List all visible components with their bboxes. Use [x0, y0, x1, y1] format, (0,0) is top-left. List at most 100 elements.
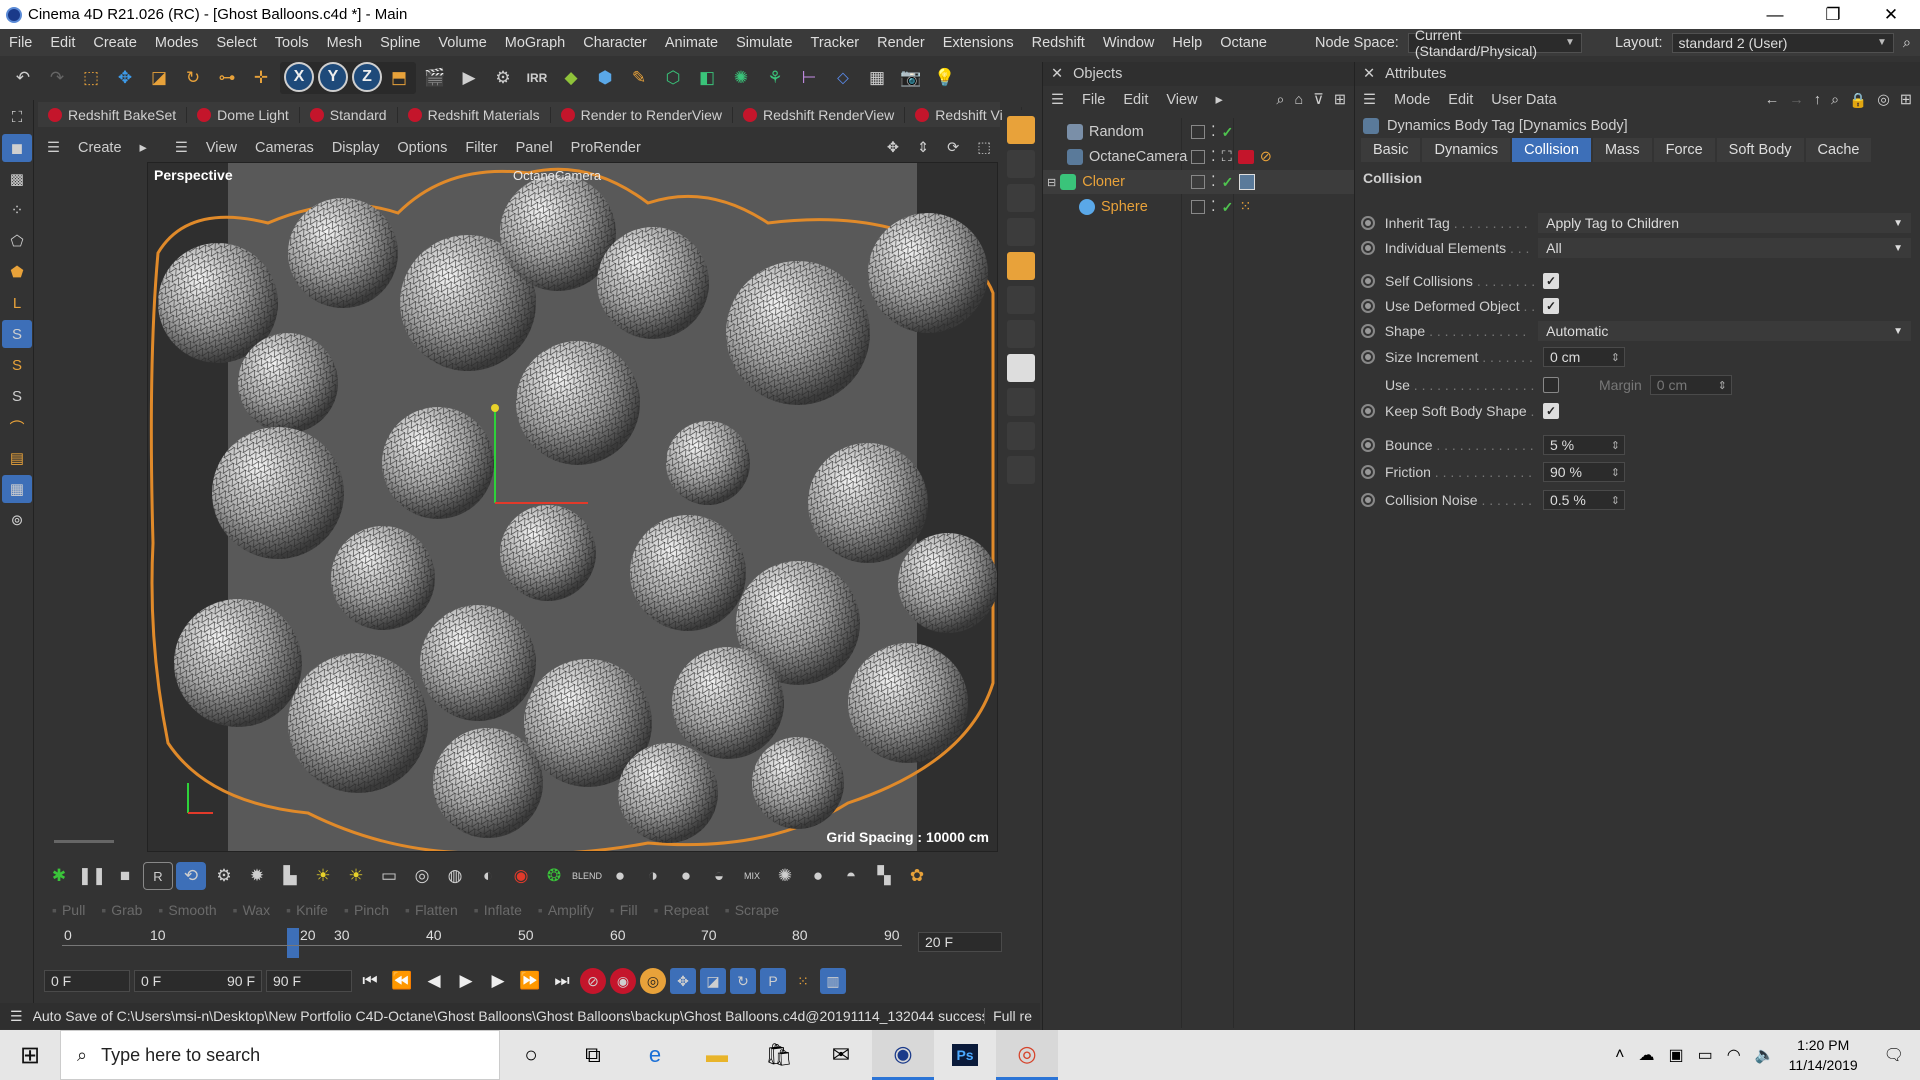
coordinate-system-icon[interactable]: ⬒ — [384, 62, 414, 94]
perspective-viewport[interactable]: Perspective OctaneCamera Grid Spacing : … — [147, 162, 998, 852]
layer-icon[interactable] — [1007, 116, 1035, 144]
tab-cache[interactable]: Cache — [1805, 138, 1872, 162]
menu-animate[interactable]: Animate — [656, 35, 727, 51]
inherit-tag-dropdown[interactable]: Apply Tag to Children ▼ — [1538, 213, 1911, 233]
toon-material-icon[interactable]: ● — [803, 862, 833, 890]
sculpt-inflate[interactable]: Inflate — [466, 902, 530, 918]
spline-tool-icon[interactable]: ⬦ — [828, 62, 858, 94]
individual-elements-dropdown[interactable]: All ▼ — [1538, 238, 1911, 258]
objects-menu-view[interactable]: View — [1166, 92, 1197, 108]
gear-icon[interactable]: ⚙ — [209, 862, 239, 890]
record-icon[interactable]: ◉ — [506, 862, 536, 890]
maximize-view-icon[interactable]: ⬚ — [968, 140, 1000, 156]
texture-mode-icon[interactable]: ▩ — [2, 165, 32, 193]
menu-mesh[interactable]: Mesh — [318, 35, 371, 51]
cube-render-icon[interactable]: ◆ — [556, 62, 586, 94]
glossy-material-icon[interactable]: ◑ — [638, 862, 668, 890]
clock[interactable]: 1:20 PM 11/14/2019 — [1789, 1035, 1858, 1075]
visibility-dots-icon[interactable]: ⁚ — [1211, 199, 1216, 215]
volume-icon[interactable]: 🔈 — [1755, 1045, 1775, 1065]
menu-tracker[interactable]: Tracker — [802, 35, 869, 51]
layout-dropdown[interactable]: standard 2 (User) ▼ — [1671, 32, 1894, 53]
use-deformed-checkbox[interactable]: ✓ — [1543, 298, 1559, 314]
layer-flag-icon[interactable] — [1191, 175, 1205, 189]
attributes-menu-userdata[interactable]: User Data — [1491, 92, 1556, 108]
snap-icon[interactable]: S — [2, 320, 32, 348]
dolly-icon[interactable]: ⇕ — [908, 140, 938, 156]
live-selection-icon[interactable]: ⬚ — [76, 62, 106, 94]
photoshop-icon[interactable]: Ps — [934, 1030, 996, 1080]
disabled-tool-icon[interactable] — [1007, 456, 1035, 484]
menu-create[interactable]: Create — [84, 35, 146, 51]
standard-button[interactable]: Standard — [300, 106, 398, 123]
move-icon[interactable]: ✥ — [110, 62, 140, 94]
current-frame-field[interactable]: 20 F — [918, 932, 1002, 952]
object-row-octanecamera[interactable]: OctaneCamera ⁚ ⛶ ⊘ — [1043, 145, 1355, 169]
menu-help[interactable]: Help — [1163, 35, 1211, 51]
enabled-check-icon[interactable]: ✓ — [1222, 174, 1234, 191]
attributes-menu-edit[interactable]: Edit — [1448, 92, 1473, 108]
objects-menu-file[interactable]: File — [1082, 92, 1105, 108]
previous-key-icon[interactable]: ⏪ — [388, 967, 416, 995]
redo-icon[interactable]: ↷ — [42, 62, 72, 94]
maximize-button[interactable]: ❐ — [1804, 5, 1862, 25]
search-icon[interactable]: ⌕ — [1831, 92, 1839, 109]
menu-extensions[interactable]: Extensions — [934, 35, 1023, 51]
area-light-icon[interactable]: ▭ — [374, 862, 404, 890]
camera-tool-icon[interactable]: 📷 — [896, 62, 926, 94]
tab-mass[interactable]: Mass — [1592, 138, 1652, 162]
size-increment-field[interactable]: 0 cm — [1543, 347, 1625, 367]
animate-dot-icon[interactable] — [1361, 274, 1375, 288]
hamburger-icon[interactable]: ☰ — [1051, 92, 1064, 108]
deformer-icon[interactable]: ⊢ — [794, 62, 824, 94]
tab-dynamics[interactable]: Dynamics — [1422, 138, 1511, 162]
next-key-icon[interactable]: ⏩ — [516, 967, 544, 995]
y-axis-lock-icon[interactable]: Y — [318, 62, 348, 92]
texture-icon[interactable]: ❂ — [539, 862, 569, 890]
windows-start-icon[interactable]: ⊞ — [0, 1030, 60, 1080]
vp-menu-display[interactable]: Display — [323, 140, 389, 156]
menu-tools[interactable]: Tools — [266, 35, 318, 51]
layered-material-icon[interactable]: ◓ — [836, 862, 866, 890]
object-row-sphere[interactable]: Sphere ⁚ ✓ ⁙ — [1043, 195, 1355, 219]
points-mode-icon[interactable]: ⁘ — [2, 196, 32, 224]
sculpt-fill[interactable]: Fill — [602, 902, 646, 918]
specular-material-icon[interactable]: ● — [671, 862, 701, 890]
visibility-dots-icon[interactable]: ⁚ — [1211, 174, 1216, 190]
render-to-renderview-button[interactable]: Render to RenderView — [551, 106, 734, 123]
start-frame-field[interactable]: 0 F — [44, 970, 130, 992]
task-view-icon[interactable]: ⧉ — [562, 1030, 624, 1080]
vp-menu-filter[interactable]: Filter — [456, 140, 506, 156]
key-parameter-icon[interactable]: P — [760, 968, 786, 994]
chrome-icon[interactable]: ◎ — [996, 1030, 1058, 1080]
up-arrow-icon[interactable]: ↑ — [1814, 92, 1821, 109]
layer-flag-icon[interactable] — [1191, 200, 1205, 214]
lock-workplane-icon[interactable]: ⊚ — [2, 506, 32, 534]
self-collisions-checkbox[interactable]: ✓ — [1543, 273, 1559, 289]
sculpt-pinch[interactable]: Pinch — [336, 902, 397, 918]
use-checkbox[interactable] — [1543, 377, 1559, 393]
visibility-dots-icon[interactable]: ⁚ — [1211, 124, 1216, 140]
range-slider[interactable]: 0 F 90 F — [134, 970, 262, 992]
camera-target-icon[interactable]: ⛶ — [1222, 149, 1232, 165]
autokey-icon[interactable]: ◉ — [610, 968, 636, 994]
close-icon[interactable]: ✕ — [1363, 66, 1375, 82]
diffuse-material-icon[interactable]: ● — [605, 862, 635, 890]
rotate-icon[interactable]: ↻ — [178, 62, 208, 94]
disabled-tool-icon[interactable] — [1007, 320, 1035, 348]
tab-force[interactable]: Force — [1653, 138, 1715, 162]
sculpt-grab[interactable]: Grab — [93, 902, 150, 918]
animate-dot-icon[interactable] — [1361, 350, 1375, 364]
menu-select[interactable]: Select — [207, 35, 265, 51]
go-to-start-icon[interactable]: ⏮ — [356, 967, 384, 995]
go-to-end-icon[interactable]: ⏭ — [548, 967, 576, 995]
objects-menu-edit[interactable]: Edit — [1123, 92, 1148, 108]
magnet-icon[interactable]: ⌒ — [2, 413, 32, 441]
render-settings-icon[interactable]: ⚙ — [488, 62, 518, 94]
protection-tag-icon[interactable]: ⊘ — [1260, 149, 1272, 165]
tab-soft-body[interactable]: Soft Body — [1716, 138, 1804, 162]
blend-icon[interactable]: BLEND — [572, 862, 602, 890]
margin-field[interactable]: 0 cm — [1649, 375, 1732, 395]
disabled-tool-icon[interactable] — [1007, 422, 1035, 450]
cube-object-icon[interactable]: ⬢ — [590, 62, 620, 94]
